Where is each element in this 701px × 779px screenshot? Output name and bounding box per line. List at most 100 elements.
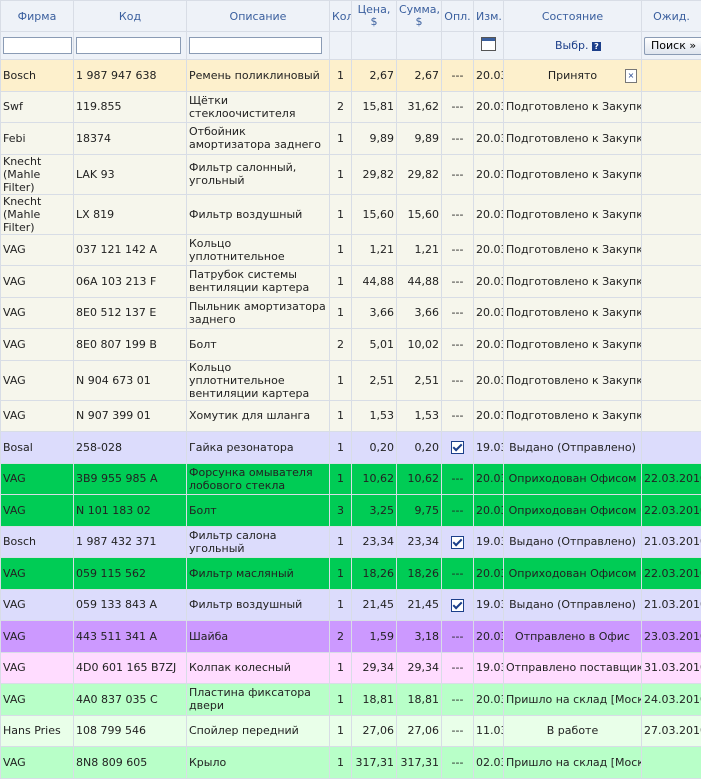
description-cell: Фильтр салонный, угольный — [187, 154, 330, 194]
sum-cell: 3,18 — [397, 621, 442, 653]
expected-date-cell — [642, 297, 701, 329]
qty-cell: 1 — [330, 652, 352, 684]
status-cell: Оприходован Офисом — [504, 558, 642, 590]
expected-date-cell — [642, 432, 701, 464]
code-cell: LAK 93 — [74, 154, 187, 194]
price-cell: 15,81 — [352, 91, 397, 123]
status-cell: Подготовлено к Закупке — [504, 266, 642, 298]
firm-cell: VAG — [1, 558, 74, 590]
changed-date-cell: 20.03 — [474, 329, 504, 361]
qty-cell: 1 — [330, 526, 352, 558]
description-cell: Хомутик для шланга — [187, 400, 330, 432]
price-cell: 317,31 — [352, 747, 397, 779]
table-row[interactable]: VAGN 904 673 01Кольцо уплотнительное вен… — [1, 360, 701, 400]
sum-cell: 9,75 — [397, 495, 442, 527]
changed-date-cell: 20.03 — [474, 154, 504, 194]
firm-cell: VAG — [1, 463, 74, 495]
firm-cell: VAG — [1, 266, 74, 298]
firm-cell: VAG — [1, 234, 74, 266]
code-cell: 443 511 341 A — [74, 621, 187, 653]
col-changed[interactable]: Изм. — [474, 1, 504, 32]
table-row[interactable]: VAG059 133 843 AФильтр воздушный121,4521… — [1, 589, 701, 621]
table-row[interactable]: Bosal258-028Гайка резонатора10,200,2019.… — [1, 432, 701, 464]
description-cell: Фильтр воздушный — [187, 194, 330, 234]
description-cell: Ремень поликлиновый — [187, 60, 330, 92]
table-row[interactable]: Swf119.855Щётки стеклоочистителя215,8131… — [1, 91, 701, 123]
description-cell: Спойлер передний — [187, 715, 330, 747]
table-row[interactable]: VAG4A0 837 035 CПластина фиксатора двери… — [1, 684, 701, 716]
changed-date-cell: 20.03 — [474, 558, 504, 590]
table-row[interactable]: VAG8N8 809 605Крыло1317,31317,31---02.03… — [1, 747, 701, 779]
expected-date-cell: 21.03.2010 — [642, 526, 701, 558]
calendar-icon[interactable] — [481, 37, 496, 51]
col-code[interactable]: Код — [74, 1, 187, 32]
table-row[interactable]: Hans Pries108 799 546Спойлер передний127… — [1, 715, 701, 747]
price-cell: 23,34 — [352, 526, 397, 558]
qty-cell: 1 — [330, 266, 352, 298]
price-cell: 27,06 — [352, 715, 397, 747]
table-row[interactable]: Bosch1 987 432 371Фильтр салона угольный… — [1, 526, 701, 558]
firm-cell: Knecht (Mahle Filter) — [1, 194, 74, 234]
table-row[interactable]: Knecht (Mahle Filter)LX 819Фильтр воздуш… — [1, 194, 701, 234]
table-row[interactable]: Bosch1 987 947 638Ремень поликлиновый12,… — [1, 60, 701, 92]
price-cell: 3,25 — [352, 495, 397, 527]
table-row[interactable]: Knecht (Mahle Filter)LAK 93Фильтр салонн… — [1, 154, 701, 194]
table-row[interactable]: VAG059 115 562Фильтр масляный118,2618,26… — [1, 558, 701, 590]
col-paid[interactable]: Опл. — [442, 1, 474, 32]
firm-cell: VAG — [1, 297, 74, 329]
price-cell: 21,45 — [352, 589, 397, 621]
table-row[interactable]: Febi18374Отбойник амортизатора заднего19… — [1, 123, 701, 155]
changed-date-cell: 20.03 — [474, 621, 504, 653]
firm-cell: Knecht (Mahle Filter) — [1, 154, 74, 194]
table-row[interactable]: VAGN 101 183 02Болт33,259,75---20.03Опри… — [1, 495, 701, 527]
select-status-link[interactable]: Выбр. — [555, 39, 589, 52]
table-row[interactable]: VAG4D0 601 165 B7ZJКолпак колесный129,34… — [1, 652, 701, 684]
description-cell: Фильтр салона угольный — [187, 526, 330, 558]
expected-date-cell — [642, 400, 701, 432]
col-desc[interactable]: Описание — [187, 1, 330, 32]
table-row[interactable]: VAG8E0 512 137 EПыльник амортизатора зад… — [1, 297, 701, 329]
col-expected[interactable]: Ожид. — [642, 1, 701, 32]
description-cell: Пыльник амортизатора заднего — [187, 297, 330, 329]
desc-filter-input[interactable] — [189, 37, 322, 54]
col-firm[interactable]: Фирма — [1, 1, 74, 32]
table-row[interactable]: VAG037 121 142 AКольцо уплотнительное11,… — [1, 234, 701, 266]
sum-cell: 31,62 — [397, 91, 442, 123]
status-cell: Подготовлено к Закупке — [504, 154, 642, 194]
status-cell: Подготовлено к Закупке — [504, 91, 642, 123]
col-status[interactable]: Состояние — [504, 1, 642, 32]
code-cell: 059 133 843 A — [74, 589, 187, 621]
firm-cell: VAG — [1, 652, 74, 684]
table-row[interactable]: VAGN 907 399 01Хомутик для шланга11,531,… — [1, 400, 701, 432]
sum-cell: 3,66 — [397, 297, 442, 329]
col-price[interactable]: Цена, $ — [352, 1, 397, 32]
expected-date-cell — [642, 123, 701, 155]
qty-cell: 1 — [330, 194, 352, 234]
cancel-document-icon[interactable]: × — [625, 69, 637, 83]
col-qty[interactable]: Кол — [330, 1, 352, 32]
filter-empty — [330, 32, 352, 60]
col-sum[interactable]: Сумма, $ — [397, 1, 442, 32]
price-cell: 2,67 — [352, 60, 397, 92]
price-cell: 1,21 — [352, 234, 397, 266]
firm-filter-input[interactable] — [3, 37, 72, 54]
table-row[interactable]: VAG443 511 341 AШайба21,593,18---20.03От… — [1, 621, 701, 653]
expected-date-cell: 23.03.2010 — [642, 621, 701, 653]
expected-date-cell: 21.03.2010 — [642, 589, 701, 621]
paid-cell: --- — [442, 154, 474, 194]
changed-date-cell: 20.03 — [474, 91, 504, 123]
table-row[interactable]: VAG8E0 807 199 BБолт25,0110,02---20.03По… — [1, 329, 701, 361]
table-row[interactable]: VAG06A 103 213 FПатрубок системы вентиля… — [1, 266, 701, 298]
sum-cell: 44,88 — [397, 266, 442, 298]
description-cell: Гайка резонатора — [187, 432, 330, 464]
description-cell: Отбойник амортизатора заднего — [187, 123, 330, 155]
sum-cell: 1,53 — [397, 400, 442, 432]
sum-cell: 10,02 — [397, 329, 442, 361]
qty-cell: 1 — [330, 684, 352, 716]
search-button[interactable]: Поиск » — [644, 37, 701, 55]
help-icon[interactable]: ? — [592, 42, 601, 51]
status-cell: Подготовлено к Закупке — [504, 194, 642, 234]
code-filter-input[interactable] — [76, 37, 181, 54]
price-cell: 18,26 — [352, 558, 397, 590]
table-row[interactable]: VAG3B9 955 985 AФорсунка омывателя лобов… — [1, 463, 701, 495]
